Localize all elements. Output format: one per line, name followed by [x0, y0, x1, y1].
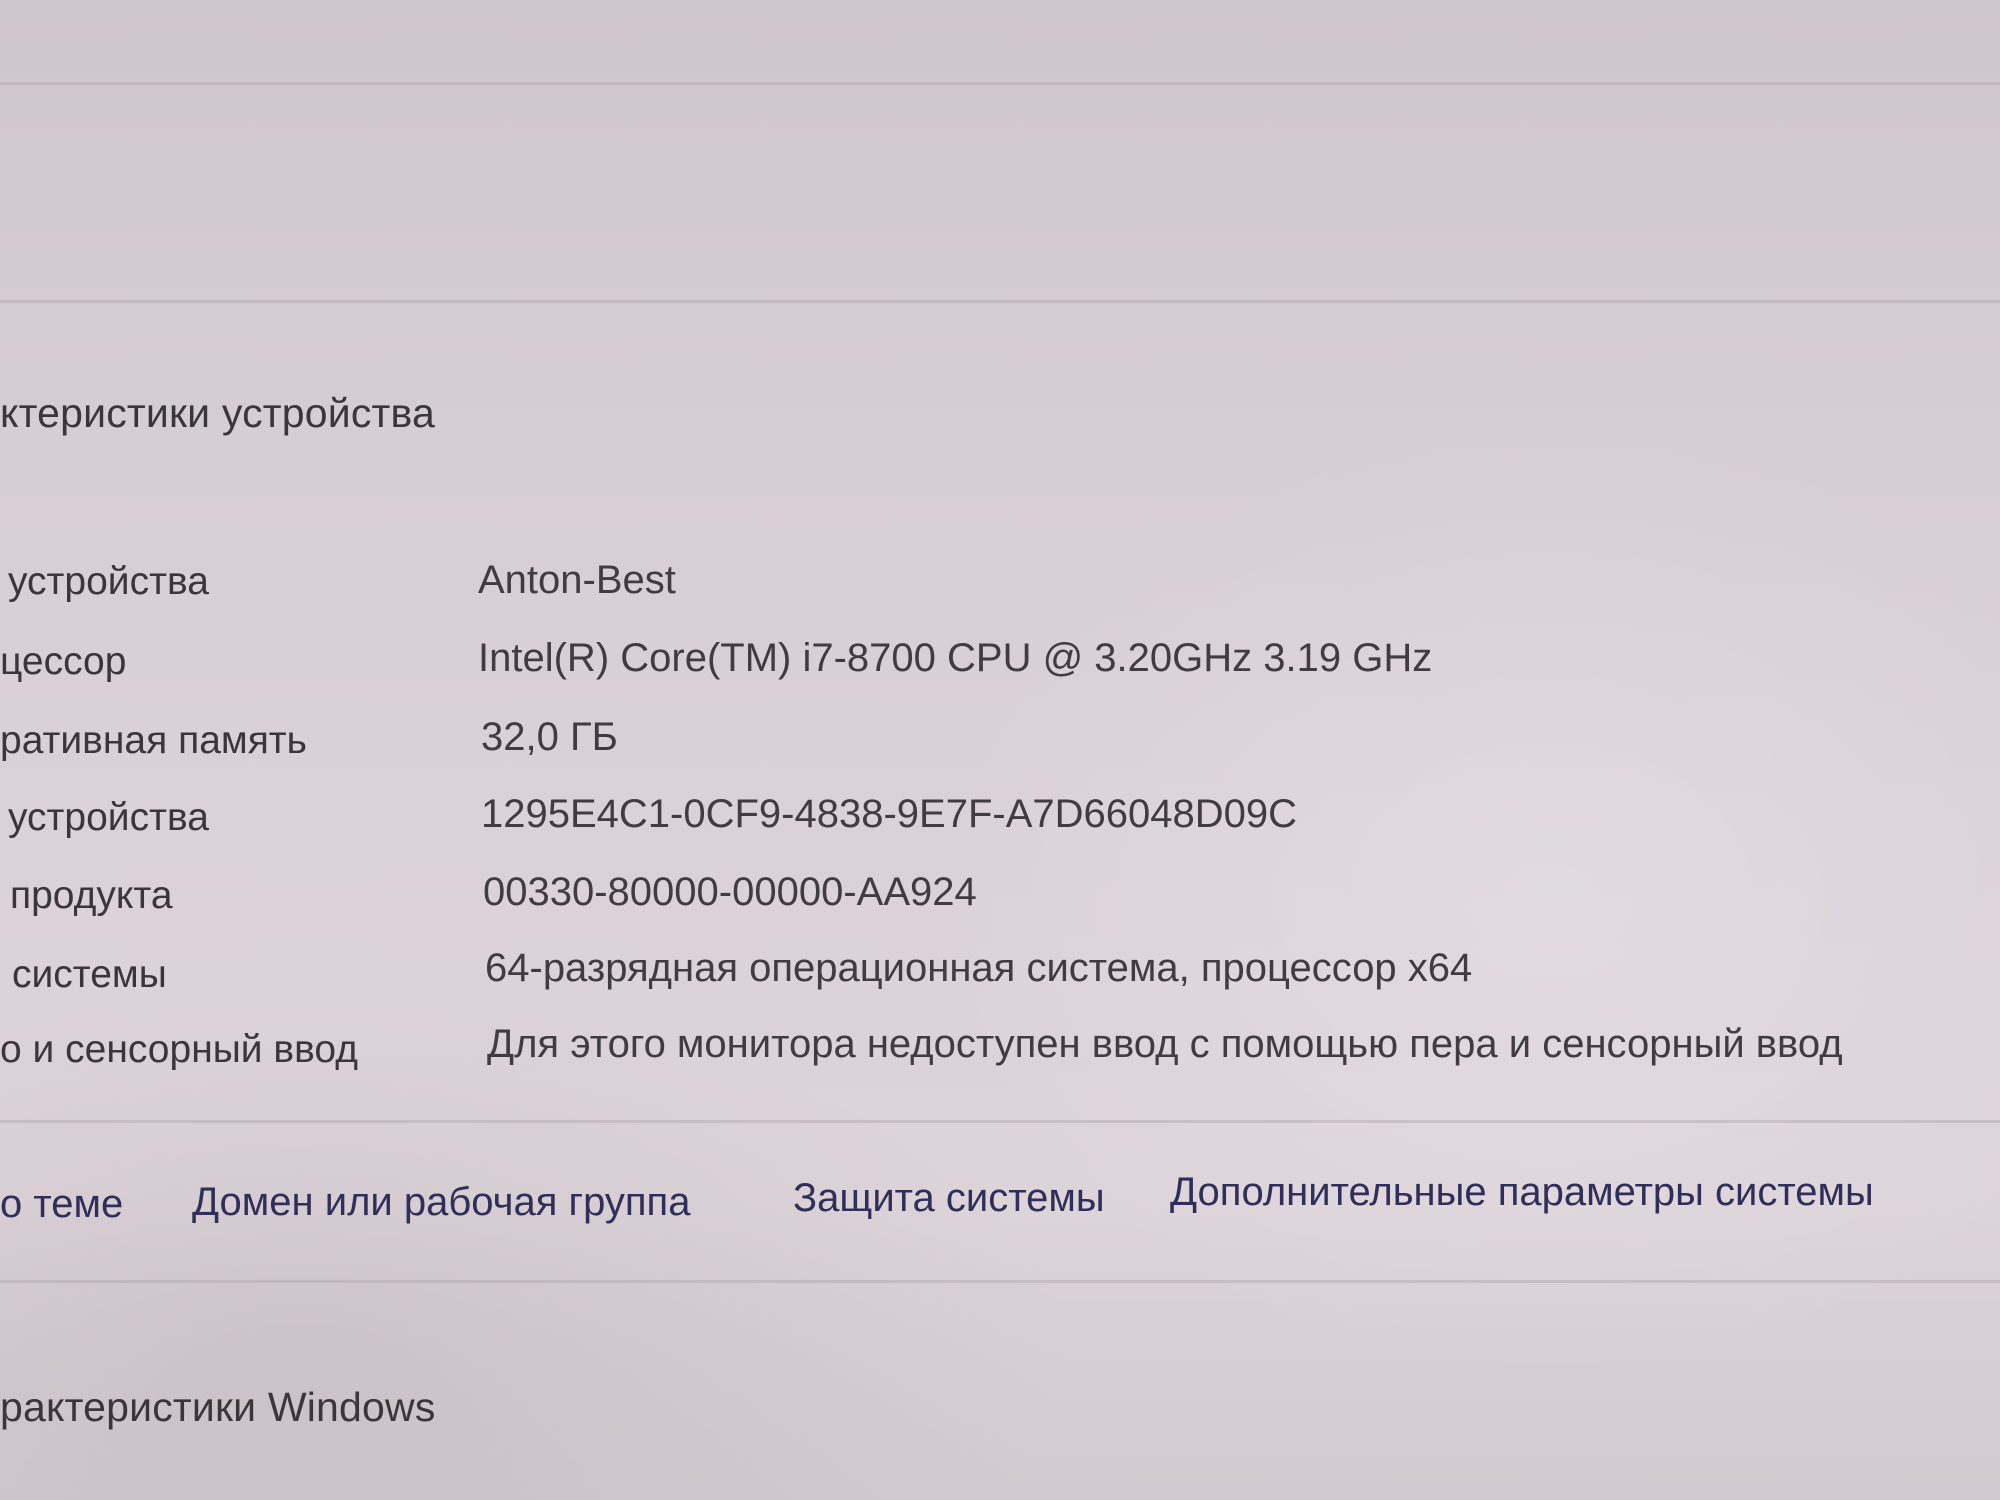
spec-value: Для этого монитора недоступен ввод с пом… — [487, 1022, 1843, 1066]
link-about[interactable]: о теме — [0, 1182, 123, 1227]
spec-value: 00330-80000-00000-AA924 — [483, 870, 977, 914]
spec-label: продукта — [10, 874, 173, 917]
link-advanced-system-settings[interactable]: Дополнительные параметры системы — [1170, 1170, 1874, 1215]
link-domain-workgroup[interactable]: Домен или рабочая группа — [192, 1180, 690, 1225]
spec-label: цессор — [0, 640, 127, 683]
divider-top — [0, 82, 2000, 85]
windows-specs-title: рактеристики Windows — [0, 1384, 436, 1430]
spec-label: системы — [12, 953, 167, 996]
spec-value: 32,0 ГБ — [481, 715, 618, 759]
spec-label: устройства — [8, 796, 209, 839]
spec-value: Anton-Best — [478, 558, 676, 602]
spec-value: 64-разрядная операционная система, проце… — [485, 946, 1473, 990]
spec-label: о и сенсорный ввод — [0, 1028, 358, 1071]
link-system-protection[interactable]: Защита системы — [793, 1176, 1105, 1221]
spec-value: Intel(R) Core(TM) i7-8700 CPU @ 3.20GHz … — [478, 636, 1433, 680]
divider-upper — [0, 300, 2000, 303]
spec-label: ративная память — [0, 719, 307, 762]
spec-label: устройства — [8, 560, 209, 603]
spec-value: 1295E4C1-0CF9-4838-9E7F-A7D66048D09C — [481, 792, 1298, 836]
divider-middle — [0, 1120, 2000, 1123]
divider-lower — [0, 1280, 2000, 1283]
device-specs-title: ктеристики устройства — [0, 390, 436, 436]
